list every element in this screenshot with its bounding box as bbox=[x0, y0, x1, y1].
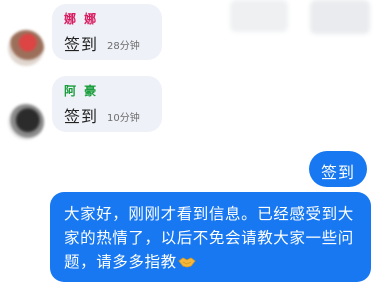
message-text: 签到 bbox=[64, 35, 99, 54]
sender-name[interactable]: 阿 豪 bbox=[64, 82, 98, 99]
message-time: 10分钟 bbox=[107, 113, 140, 124]
blurred-region bbox=[310, 0, 370, 34]
message-body: 大家好，刚刚才看到信息。已经感受到大家的热情了，以后不免会请教大家一些问题，请多… bbox=[64, 205, 354, 271]
message-text: 签到 bbox=[321, 163, 356, 182]
message-time: 28分钟 bbox=[107, 41, 140, 52]
blurred-region bbox=[230, 0, 288, 32]
avatar[interactable] bbox=[8, 30, 44, 66]
message-bubble-incoming[interactable]: 阿 豪 签到 10分钟 bbox=[52, 76, 162, 132]
message-text: 大家好，刚刚才看到信息。已经感受到大家的热情了，以后不免会请教大家一些问题，请多… bbox=[64, 205, 354, 271]
handshake-icon bbox=[178, 257, 196, 268]
avatar[interactable] bbox=[8, 104, 44, 140]
message-bubble-outgoing[interactable]: 签到 bbox=[309, 151, 367, 187]
sender-name[interactable]: 娜 娜 bbox=[64, 10, 98, 27]
message-text: 签到 bbox=[64, 107, 99, 126]
message-bubble-incoming[interactable]: 娜 娜 签到 28分钟 bbox=[52, 4, 162, 60]
